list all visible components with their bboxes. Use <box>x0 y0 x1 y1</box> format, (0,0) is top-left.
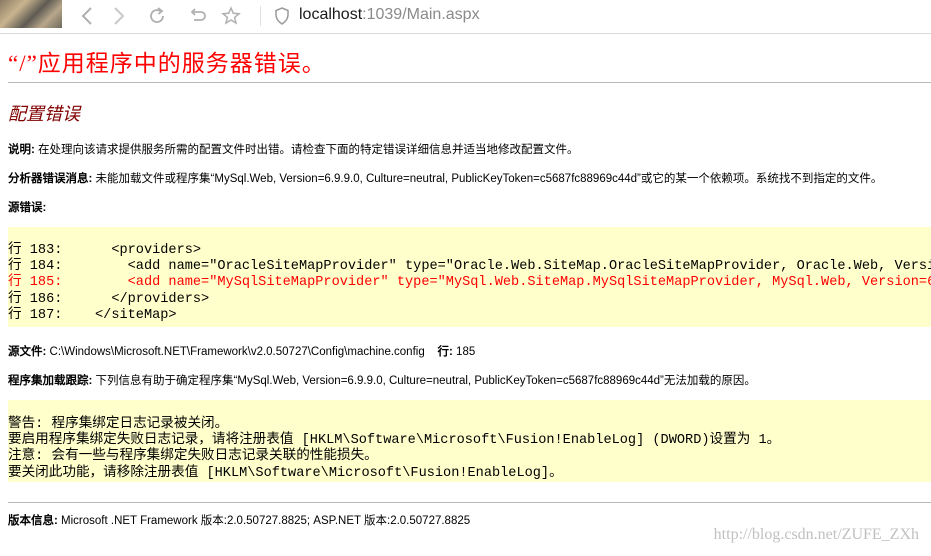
version-line: 版本信息: Microsoft .NET Framework 版本:2.0.50… <box>8 512 470 528</box>
source-error-line: 源错误: <box>8 199 46 215</box>
address-separator <box>260 6 261 26</box>
description-text: 在处理向该请求提供服务所需的配置文件时出错。请检查下面的特定错误详细信息并适当地… <box>38 144 579 156</box>
undo-icon[interactable] <box>184 4 210 28</box>
refresh-icon[interactable] <box>144 4 170 28</box>
parser-error-line: 分析器错误消息: 未能加载文件或程序集“MySql.Web, Version=6… <box>8 170 882 186</box>
watermark: http://blog.csdn.net/ZUFE_ZXh <box>713 526 919 543</box>
line-number: 185 <box>456 346 476 358</box>
version-label: 版本信息: <box>8 515 58 527</box>
description-line: 说明: 在处理向该请求提供服务所需的配置文件时出错。请检查下面的特定错误详细信息… <box>8 141 579 157</box>
source-file-line: 源文件: C:\Windows\Microsoft.NET\Framework\… <box>8 343 475 359</box>
version-text: Microsoft .NET Framework 版本:2.0.50727.88… <box>61 515 471 527</box>
binding-log-line: 要关闭此功能，请移除注册表值 [HKLM\Software\Microsoft\… <box>8 465 563 481</box>
address-path: :1039/Main.aspx <box>362 6 480 23</box>
code-line: 行 185: <add name="MySqlSiteMapProvider" … <box>8 275 931 291</box>
forward-icon[interactable] <box>106 4 132 28</box>
source-file-path: C:\Windows\Microsoft.NET\Framework\v2.0.… <box>49 346 425 358</box>
shield-icon[interactable] <box>274 7 290 25</box>
address-bar[interactable]: localhost:1039/Main.aspx <box>299 6 480 24</box>
binding-log-line: 警告: 程序集绑定日志记录被关闭。 <box>8 417 229 432</box>
title-divider <box>8 82 931 83</box>
section-title: 配置错误 <box>8 104 80 124</box>
parser-error-label: 分析器错误消息: <box>8 173 93 185</box>
binding-trace-label: 程序集加载跟踪: <box>8 375 93 387</box>
favorite-star-icon[interactable] <box>218 4 244 28</box>
binding-log-line: 注意: 会有一些与程序集绑定失败日志记录关联的性能损失。 <box>8 449 378 465</box>
source-code-block: 行 183: <providers> 行 184: <add name="Orac… <box>8 227 931 327</box>
error-page: “/”应用程序中的服务器错误。 配置错误 说明: 在处理向该请求提供服务所需的配… <box>0 34 931 556</box>
binding-trace-text: 下列信息有助于确定程序集“MySql.Web, Version=6.9.9.0,… <box>95 375 756 387</box>
code-line: 行 187: </siteMap> <box>8 307 177 323</box>
tab-thumbnail[interactable] <box>0 0 62 28</box>
back-icon[interactable] <box>74 4 100 28</box>
source-file-label: 源文件: <box>8 346 47 358</box>
binding-log-line: 要启用程序集绑定失败日志记录，请将注册表值 [HKLM\Software\Mic… <box>8 433 781 449</box>
binding-trace-line: 程序集加载跟踪: 下列信息有助于确定程序集“MySql.Web, Version… <box>8 372 756 388</box>
address-host: localhost <box>299 6 363 23</box>
source-error-label: 源错误: <box>8 202 47 214</box>
code-line: 行 184: <add name="OracleSiteMapProvider"… <box>8 259 931 275</box>
browser-toolbar: localhost:1039/Main.aspx <box>0 0 931 34</box>
code-line: 行 183: <providers> <box>8 243 202 258</box>
description-label: 说明: <box>8 144 35 156</box>
page-title: “/”应用程序中的服务器错误。 <box>8 51 326 76</box>
parser-error-text: 未能加载文件或程序集“MySql.Web, Version=6.9.9.0, C… <box>95 173 883 185</box>
code-line: 行 186: </providers> <box>8 291 210 307</box>
assembly-binding-log: 警告: 程序集绑定日志记录被关闭。 要启用程序集绑定失败日志记录，请将注册表值 [… <box>8 400 931 482</box>
version-divider <box>8 502 931 503</box>
line-label: 行: <box>437 346 453 358</box>
